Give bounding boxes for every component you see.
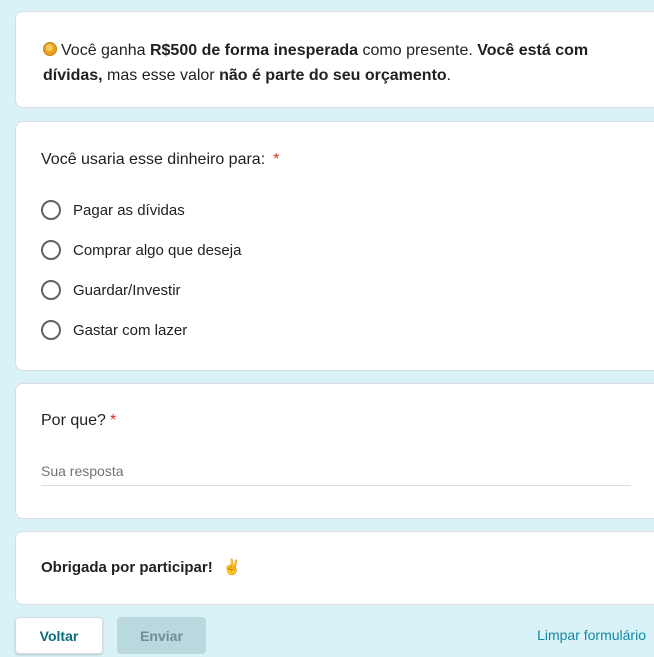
radio-option-label: Comprar algo que deseja — [73, 241, 242, 259]
intro-bold-amount: R$500 de forma inesperada — [149, 42, 359, 59]
radio-option-leisure[interactable]: Gastar com lazer — [41, 310, 654, 350]
intro-bold-budget: não é parte do seu orçamento — [219, 67, 447, 84]
required-asterisk: * — [273, 151, 280, 168]
question-card-why: Por que? * — [15, 383, 654, 519]
intro-text-part: como presente. — [358, 42, 478, 59]
radio-option-label: Guardar/Investir — [73, 281, 181, 299]
thanks-card: Obrigada por participar! ✌ — [15, 531, 654, 605]
radio-button-icon[interactable] — [41, 200, 61, 220]
send-button[interactable]: Enviar — [117, 617, 206, 654]
back-button[interactable]: Voltar — [15, 617, 103, 654]
radio-button-icon[interactable] — [41, 320, 61, 340]
required-asterisk: * — [109, 412, 117, 429]
question-title: Por que? * — [41, 411, 654, 431]
radio-option-label: Pagar as dívidas — [73, 201, 185, 219]
question-title-text: Você usaria esse dinheiro para: — [41, 151, 266, 168]
thanks-message: Obrigada por participar! ✌ — [41, 558, 654, 577]
question-title: Você usaria esse dinheiro para: * — [41, 150, 654, 170]
thanks-text: Obrigada por participar! — [41, 558, 213, 576]
question-card-money-use: Você usaria esse dinheiro para: * Pagar a… — [15, 121, 654, 371]
clear-form-link[interactable]: Limpar formulário — [537, 627, 646, 643]
radio-option-label: Gastar com lazer — [73, 321, 188, 339]
radio-options: Pagar as dívidas Comprar algo que deseja… — [41, 190, 654, 350]
intro-text-part: . — [446, 67, 452, 84]
radio-button-icon[interactable] — [41, 280, 61, 300]
radio-option-pay-debts[interactable]: Pagar as dívidas — [41, 190, 654, 230]
victory-hand-icon: ✌ — [222, 559, 242, 576]
radio-option-buy-something[interactable]: Comprar algo que deseja — [41, 230, 654, 270]
answer-input[interactable] — [41, 463, 631, 486]
intro-text-part: Você ganha — [61, 42, 150, 59]
intro-card: Você ganha R$500 de forma inesperada com… — [15, 11, 654, 108]
radio-button-icon[interactable] — [41, 240, 61, 260]
radio-option-save-invest[interactable]: Guardar/Investir — [41, 270, 654, 310]
coin-icon — [43, 42, 57, 56]
intro-text-part: mas esse valor — [102, 67, 220, 84]
question-title-text: Por que? — [41, 412, 106, 429]
intro-text: Você ganha R$500 de forma inesperada com… — [43, 38, 603, 88]
